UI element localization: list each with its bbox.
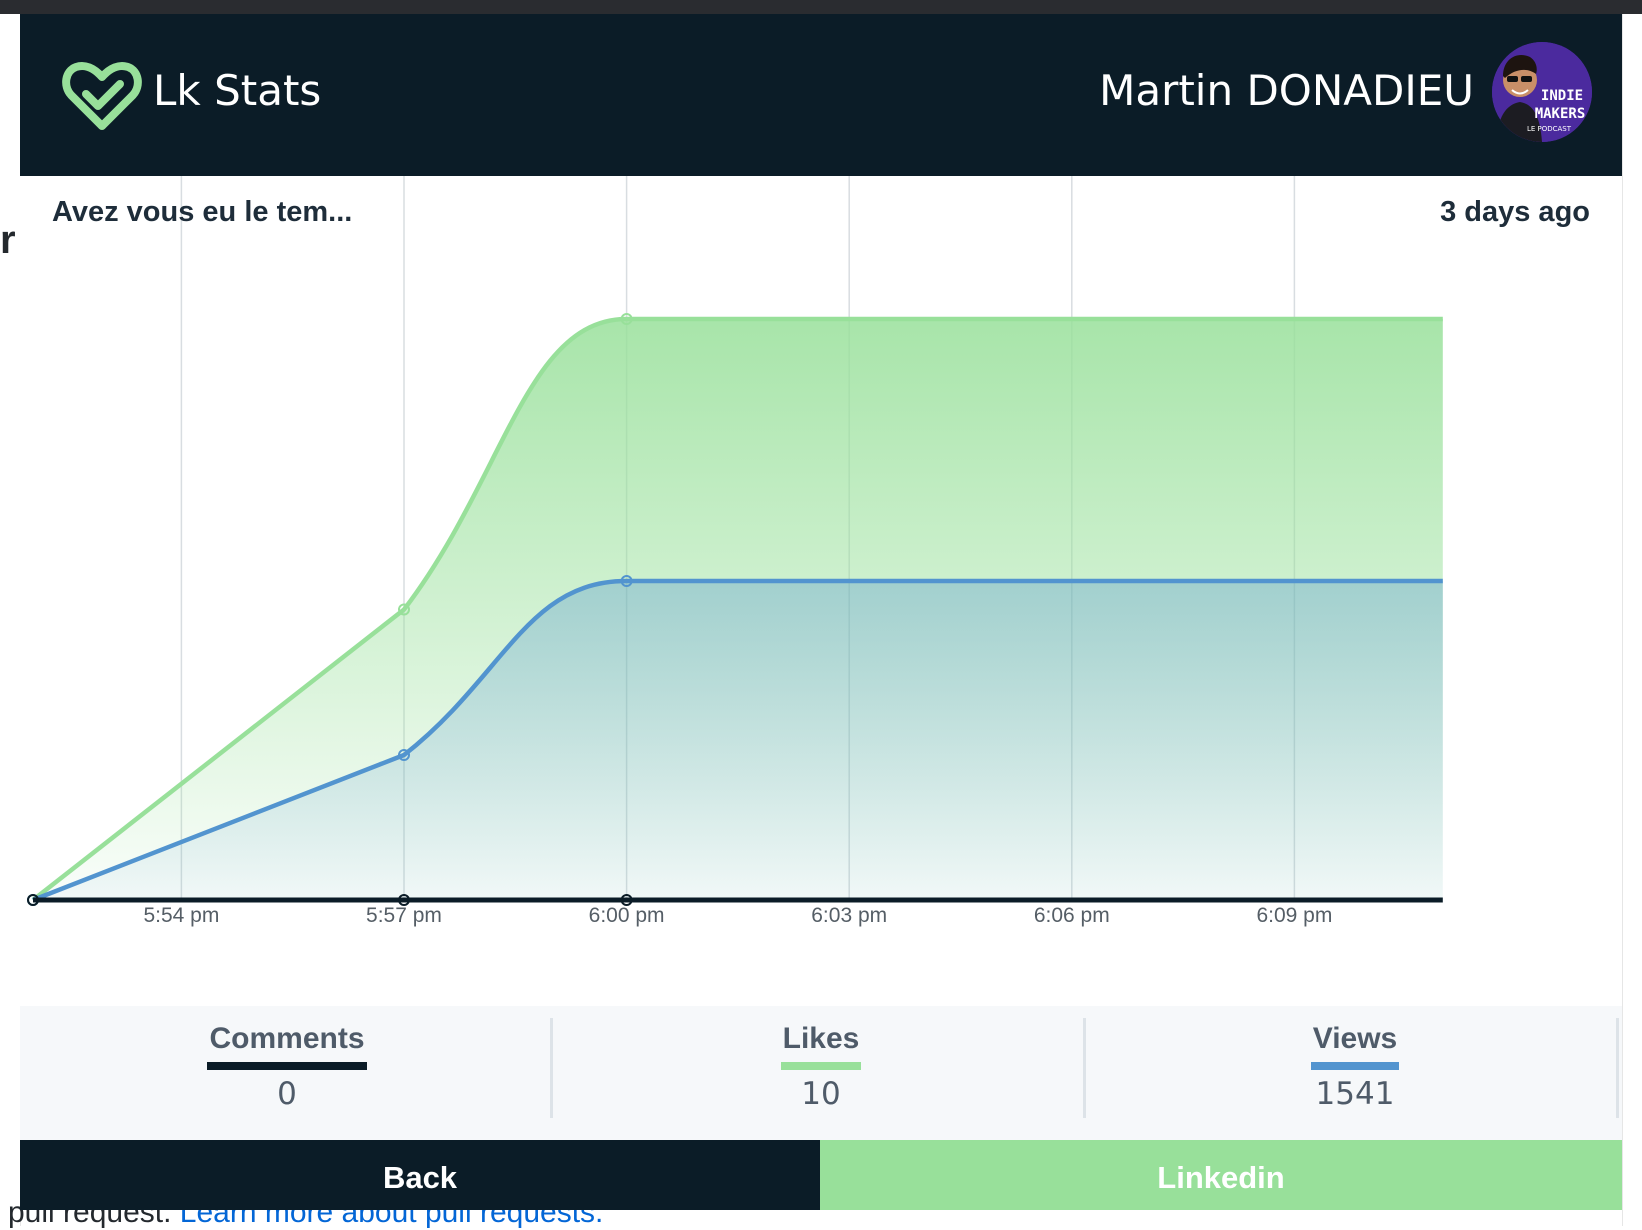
user-name: Martin DONADIEU <box>1099 66 1474 115</box>
stat-views-value: 1541 <box>1315 1076 1395 1112</box>
stat-likes: Likes 10 <box>554 1022 1088 1124</box>
lk-stats-popup: Lk Stats Martin DONADIEU INDIE MAKERS LE… <box>20 14 1622 1210</box>
x-tick-label: 6:03 pm <box>811 904 887 927</box>
stat-likes-value: 10 <box>801 1076 841 1112</box>
background-page-glyph: r <box>0 218 16 262</box>
chart-area: 5:54 pm 5:57 pm 6:00 pm 6:03 pm 6:06 pm 6:09 … <box>20 176 1622 1006</box>
x-tick-label: 6:09 pm <box>1256 904 1332 927</box>
stat-divider <box>1083 1018 1086 1118</box>
avatar-text-makers: MAKERS <box>1535 106 1586 122</box>
stat-divider <box>550 1018 553 1118</box>
stat-views: Views 1541 <box>1088 1022 1622 1124</box>
browser-toolbar-strip <box>0 0 1642 14</box>
stat-divider <box>1616 1018 1619 1118</box>
stat-views-label: Views <box>1310 1022 1400 1070</box>
avatar-image: INDIE MAKERS LE PODCAST <box>1492 42 1592 142</box>
post-title: Avez vous eu le tem... <box>52 196 353 228</box>
footer-actions: Back Linkedin <box>20 1140 1622 1210</box>
stat-comments-value: 0 <box>277 1076 297 1112</box>
avatar-text-indie: INDIE <box>1541 88 1583 104</box>
avatar[interactable]: INDIE MAKERS LE PODCAST <box>1492 42 1592 142</box>
stats-bar: Comments 0 Likes 10 Views 1541 <box>20 1006 1622 1140</box>
back-button[interactable]: Back <box>20 1140 820 1210</box>
app-title: Lk Stats <box>153 66 322 115</box>
activity-chart: 5:54 pm 5:57 pm 6:00 pm 6:03 pm 6:06 pm 6:09 … <box>27 176 1443 927</box>
background-page-left <box>0 14 21 1226</box>
stat-comments-label: Comments <box>207 1022 367 1070</box>
x-tick-label: 5:57 pm <box>366 904 442 927</box>
post-date: 3 days ago <box>1440 196 1590 228</box>
stat-comments: Comments 0 <box>20 1022 554 1124</box>
linkedin-button[interactable]: Linkedin <box>820 1140 1622 1210</box>
x-tick-label: 5:54 pm <box>143 904 219 927</box>
x-tick-label: 6:00 pm <box>589 904 665 927</box>
heart-check-logo-icon <box>62 62 142 130</box>
x-tick-label: 6:06 pm <box>1034 904 1110 927</box>
stat-likes-label: Likes <box>780 1022 862 1070</box>
background-page-right <box>1622 14 1642 1226</box>
avatar-text-podcast: LE PODCAST <box>1527 125 1572 133</box>
app-header: Lk Stats Martin DONADIEU INDIE MAKERS LE… <box>20 14 1622 176</box>
